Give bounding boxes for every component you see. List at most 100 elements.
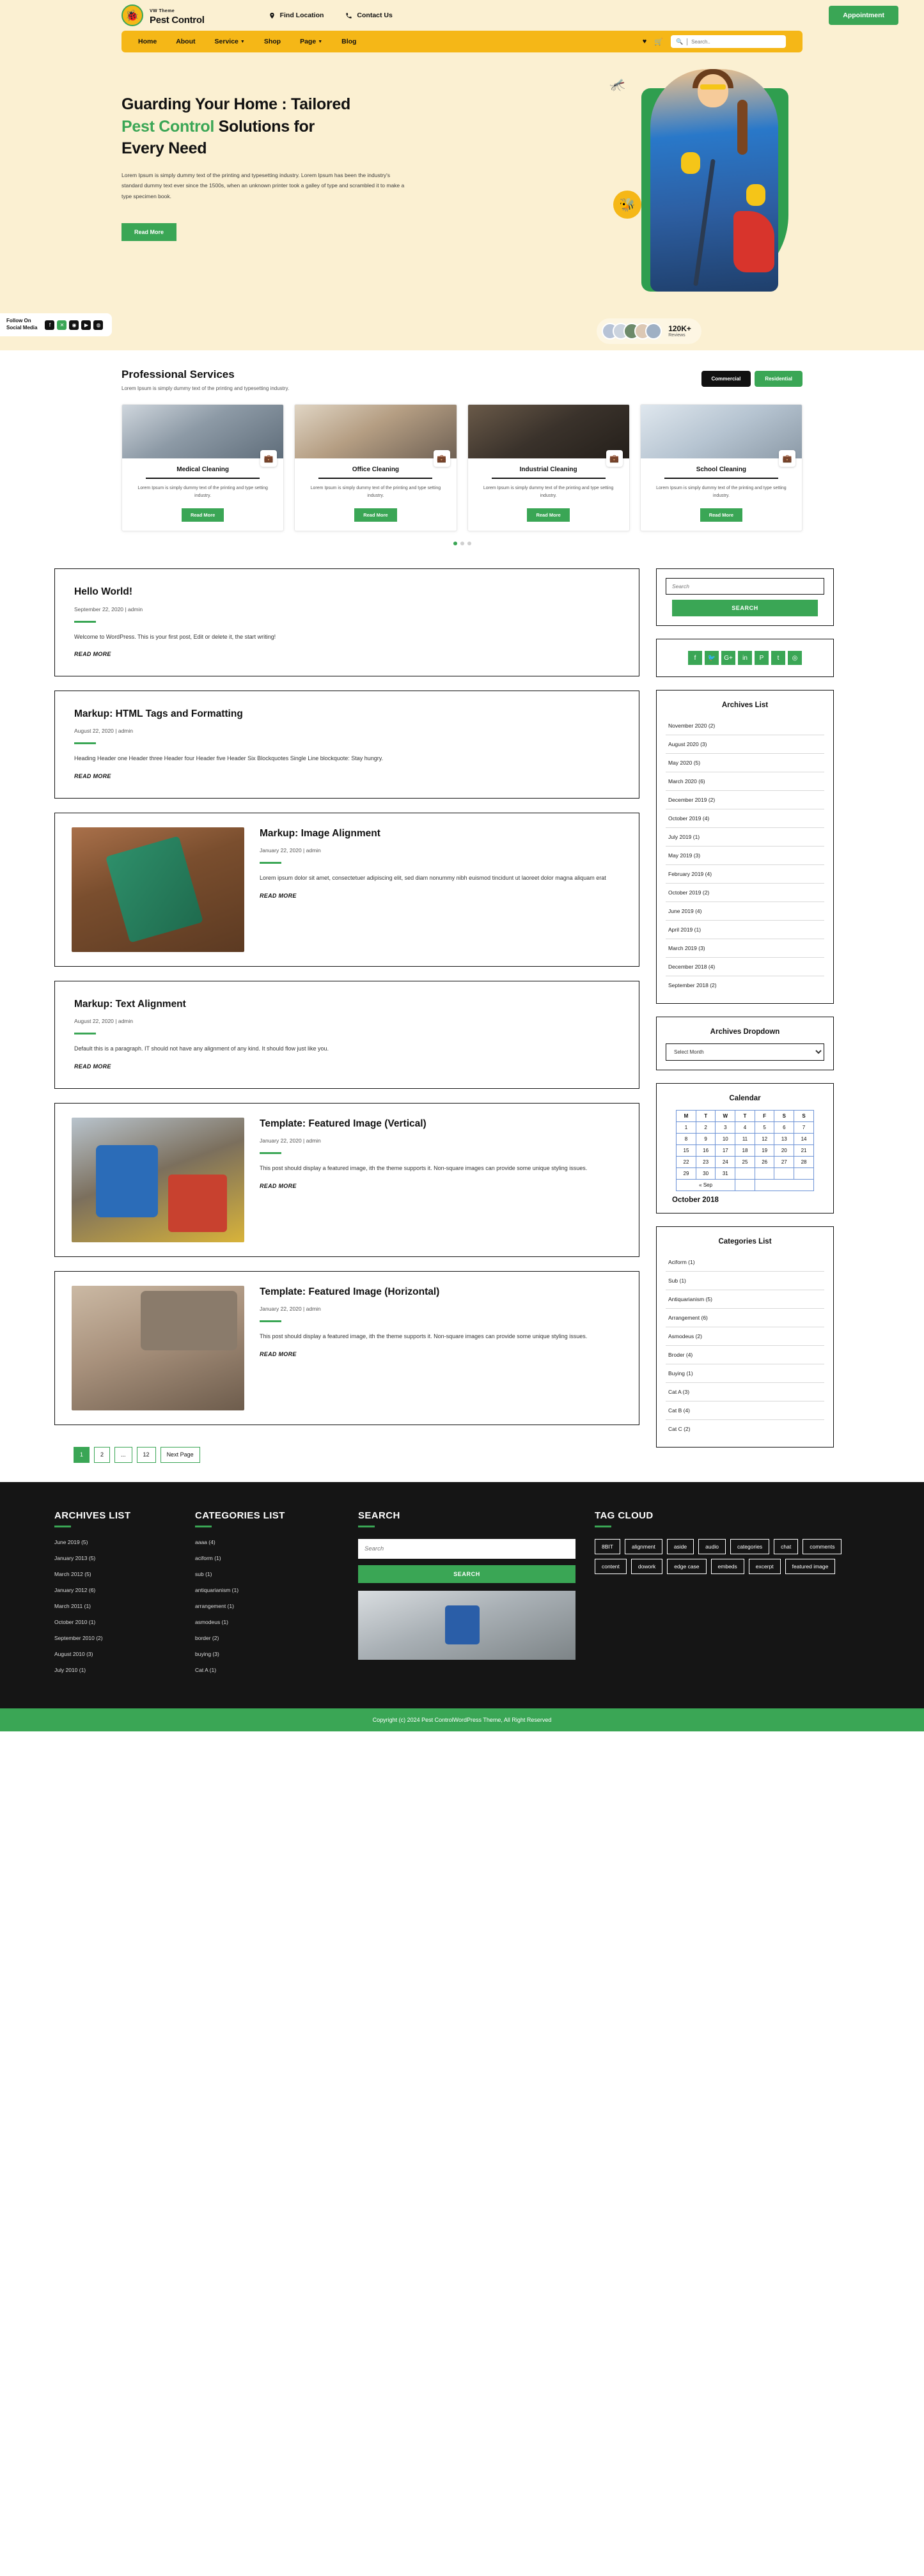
brand-logo[interactable]: 🐞 VW Theme Pest Control (121, 4, 205, 26)
x-twitter-icon[interactable]: ✕ (57, 320, 67, 330)
tag-item[interactable]: 8BIT (595, 1538, 620, 1554)
heart-icon[interactable]: ♥ (643, 38, 647, 45)
calendar-day[interactable]: 28 (794, 1156, 814, 1169)
list-item[interactable]: March 2011 (1) (54, 1603, 176, 1609)
calendar-day[interactable]: 5 (754, 1121, 775, 1134)
page-ellipsis[interactable]: ... (114, 1446, 132, 1463)
tag-item[interactable]: featured image (785, 1558, 836, 1574)
find-location-link[interactable]: Find Location (269, 12, 324, 19)
calendar-day[interactable]: 2 (695, 1121, 716, 1134)
calendar-day[interactable]: 15 (676, 1144, 696, 1157)
list-item[interactable]: May 2019 (3) (666, 847, 824, 866)
hero-read-more-button[interactable]: Read More (121, 223, 177, 242)
next-page-button[interactable]: Next Page (160, 1446, 200, 1463)
appointment-button[interactable]: Appointment (829, 6, 898, 25)
calendar-day[interactable]: 7 (794, 1121, 814, 1134)
nav-item-page[interactable]: Page ▼ (300, 38, 322, 45)
list-item[interactable]: Cat A (3) (666, 1383, 824, 1402)
footer-search-input[interactable] (358, 1538, 576, 1559)
service-read-more-button[interactable]: Read More (181, 508, 224, 522)
nav-item-about[interactable]: About (176, 38, 195, 45)
dribbble-icon[interactable]: ◍ (93, 320, 104, 330)
list-item[interactable]: buying (3) (195, 1651, 339, 1657)
list-item[interactable]: Cat B (4) (666, 1401, 824, 1421)
calendar-day[interactable]: 26 (754, 1156, 775, 1169)
calendar-day[interactable]: 8 (676, 1133, 696, 1146)
calendar-day[interactable]: 30 (695, 1167, 716, 1180)
page-1-button[interactable]: 1 (74, 1446, 90, 1463)
instagram-icon[interactable]: ◉ (69, 320, 79, 330)
calendar-day[interactable]: 21 (794, 1144, 814, 1157)
contact-us-link[interactable]: Contact Us (345, 12, 393, 19)
service-read-more-button[interactable]: Read More (354, 508, 397, 522)
post-title[interactable]: Markup: Text Alignment (74, 998, 620, 1011)
list-item[interactable]: September 2010 (2) (54, 1635, 176, 1641)
service-read-more-button[interactable]: Read More (527, 508, 570, 522)
tag-item[interactable]: embeds (710, 1558, 744, 1574)
list-item[interactable]: June 2019 (4) (666, 902, 824, 921)
list-item[interactable]: Arrangement (6) (666, 1309, 824, 1328)
tumblr-icon[interactable]: t (771, 651, 785, 666)
list-item[interactable]: arrangement (1) (195, 1603, 339, 1609)
calendar-day[interactable]: 13 (774, 1133, 795, 1146)
calendar-day[interactable]: 25 (735, 1156, 755, 1169)
list-item[interactable]: August 2020 (3) (666, 735, 824, 754)
post-title[interactable]: Template: Featured Image (Vertical) (260, 1118, 622, 1130)
facebook-icon[interactable]: f (45, 320, 55, 330)
pinterest-icon[interactable]: P (755, 651, 769, 666)
post-title[interactable]: Hello World! (74, 586, 620, 598)
calendar-day[interactable]: 3 (715, 1121, 736, 1134)
footer-search-button[interactable]: SEARCH (358, 1565, 576, 1583)
calendar-day[interactable]: 9 (695, 1133, 716, 1146)
post-read-more-link[interactable]: READ MORE (74, 773, 111, 779)
sidebar-search-input[interactable] (666, 578, 824, 595)
post-thumbnail[interactable] (72, 827, 244, 952)
tag-item[interactable]: comments (803, 1538, 842, 1554)
list-item[interactable]: January 2013 (5) (54, 1555, 176, 1561)
list-item[interactable]: June 2019 (5) (54, 1539, 176, 1545)
list-item[interactable]: July 2019 (1) (666, 828, 824, 847)
list-item[interactable]: border (2) (195, 1635, 339, 1641)
tag-item[interactable]: content (595, 1558, 627, 1574)
list-item[interactable]: March 2012 (5) (54, 1571, 176, 1577)
list-item[interactable]: Broder (4) (666, 1346, 824, 1365)
linkedin-icon[interactable]: in (738, 651, 752, 666)
list-item[interactable]: October 2010 (1) (54, 1619, 176, 1625)
list-item[interactable]: December 2019 (2) (666, 791, 824, 810)
calendar-day[interactable]: 18 (735, 1144, 755, 1157)
post-read-more-link[interactable]: READ MORE (260, 1351, 297, 1357)
nav-item-shop[interactable]: Shop (264, 38, 281, 45)
tag-item[interactable]: excerpt (748, 1558, 781, 1574)
calendar-day[interactable]: 16 (695, 1144, 716, 1157)
service-card[interactable]: 💼 Medical Cleaning Lorem Ipsum is simply… (121, 404, 285, 532)
list-item[interactable]: aciform (1) (195, 1555, 339, 1561)
nav-item-home[interactable]: Home (138, 38, 157, 45)
tag-item[interactable]: audio (698, 1538, 726, 1554)
nav-item-service[interactable]: Service ▼ (215, 38, 245, 45)
list-item[interactable]: sub (1) (195, 1571, 339, 1577)
calendar-day[interactable]: 20 (774, 1144, 795, 1157)
tag-item[interactable]: edge case (667, 1558, 707, 1574)
nav-item-blog[interactable]: Blog (341, 38, 356, 45)
calendar-day[interactable]: 17 (715, 1144, 736, 1157)
list-item[interactable]: Sub (1) (666, 1272, 824, 1291)
calendar-day[interactable]: 27 (774, 1156, 795, 1169)
list-item[interactable]: Asmodeus (2) (666, 1327, 824, 1347)
archives-select[interactable]: Select Month (666, 1043, 824, 1061)
calendar-day[interactable]: 4 (735, 1121, 755, 1134)
calendar-day[interactable]: 23 (695, 1156, 716, 1169)
carousel-dot-1[interactable] (453, 542, 457, 546)
list-item[interactable]: antiquarianism (1) (195, 1587, 339, 1593)
list-item[interactable]: Aciform (1) (666, 1253, 824, 1272)
calendar-prev-month[interactable]: « Sep (676, 1179, 736, 1192)
list-item[interactable]: Cat A (1) (195, 1667, 339, 1673)
post-title[interactable]: Markup: HTML Tags and Formatting (74, 708, 620, 721)
list-item[interactable]: March 2019 (3) (666, 939, 824, 958)
tag-item[interactable]: aside (666, 1538, 694, 1554)
page-12-button[interactable]: 12 (136, 1446, 156, 1463)
youtube-icon[interactable]: ▶ (81, 320, 91, 330)
nav-search-box[interactable]: 🔍 (671, 35, 786, 48)
calendar-day[interactable]: 12 (754, 1133, 775, 1146)
list-item[interactable]: November 2020 (2) (666, 717, 824, 736)
post-read-more-link[interactable]: READ MORE (74, 1063, 111, 1070)
